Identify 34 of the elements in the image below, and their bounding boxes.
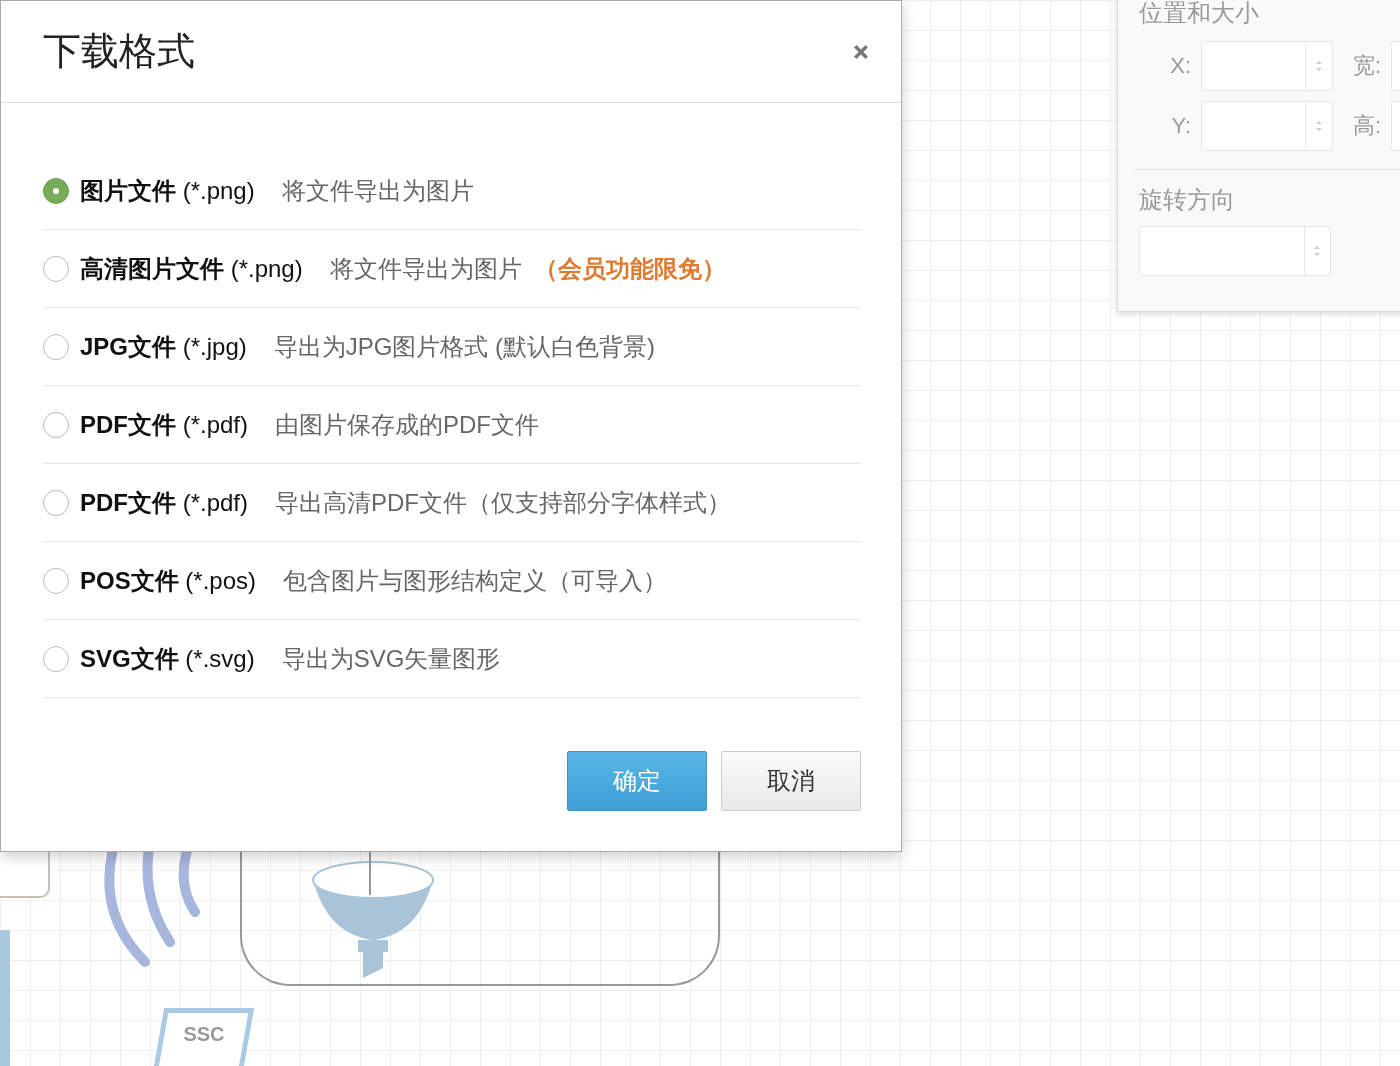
format-name: JPG文件 (*.jpg) [80,331,247,362]
format-name: POS文件 (*.pos) [80,565,257,596]
radio-button[interactable] [43,177,69,204]
radio-button[interactable] [43,255,69,282]
device-label: SSC [183,1023,225,1047]
radio-button[interactable] [43,411,69,438]
field-label: 高: [1353,112,1382,140]
number-field[interactable] [1201,41,1333,91]
section-title: 旋转方向 [1139,185,1236,215]
number-field[interactable] [1201,101,1333,151]
format-description: 将文件导出为图片 [329,253,522,284]
radio-button[interactable] [43,333,69,360]
cancel-button[interactable]: 取消 [721,751,861,811]
format-description: 导出为SVG矢量图形 [281,643,501,674]
member-note: （会员功能限免） [533,253,726,284]
format-name: PDF文件 (*.pdf) [80,409,249,440]
number-field[interactable] [1139,226,1331,276]
field-label: Y: [1170,113,1191,139]
section-title: 位置和大小 [1139,0,1260,28]
field-label: 宽: [1353,52,1382,80]
format-description: 将文件导出为图片 [281,175,474,206]
format-description: 包含图片与图形结构定义（可导入） [283,565,668,596]
dialog-title: 下载格式 [43,29,195,74]
format-description: 导出为JPG图片格式 (默认白色背景) [273,331,656,362]
format-name: 高清图片文件 (*.png) [80,253,303,284]
format-name: SVG文件 (*.svg) [80,643,255,674]
radio-button[interactable] [43,567,69,594]
radio-button[interactable] [43,489,69,516]
format-name: PDF文件 (*.pdf) [80,487,249,518]
radio-button[interactable] [43,645,69,672]
field-label: X: [1169,53,1191,79]
format-description: 由图片保存成的PDF文件 [275,409,540,440]
format-description: 导出高清PDF文件（仅支持部分字体样式） [275,487,732,518]
format-name: 图片文件 (*.png) [80,175,255,206]
